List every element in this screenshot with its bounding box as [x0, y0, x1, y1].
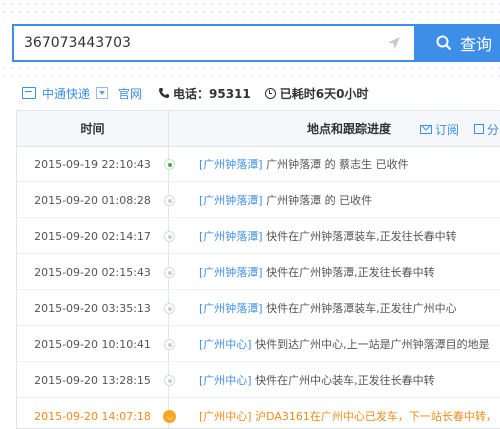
row-text: 快件在广州钟落潭装车,正发往长春中转	[262, 230, 457, 243]
chevron-down-icon	[99, 91, 106, 95]
column-header-time: 时间	[17, 111, 169, 147]
row-description: [广州钟落潭] 快件在广州钟落潭,正发往长春中转	[199, 255, 435, 290]
row-location-link[interactable]: [广州钟落潭]	[199, 158, 263, 171]
row-description: [广州中心] 快件到达广州中心,上一站是广州钟落潭目的地是	[199, 327, 490, 362]
table-row: 2015-09-20 13:28:15 [广州中心] 快件在广州中心装车,正发往…	[17, 363, 500, 398]
table-row-latest: 2015-09-20 14:07:18 [广州中心] 沪DA3161在广州中心已…	[17, 399, 500, 429]
location-arrow-icon[interactable]	[386, 35, 402, 51]
latest-status-icon	[163, 410, 176, 423]
elapsed-label: 已耗时6天0小时	[279, 86, 369, 101]
row-time: 2015-09-20 13:28:15	[17, 363, 169, 398]
row-time: 2015-09-20 02:14:17	[17, 219, 169, 254]
table-row: 2015-09-19 22:10:43 [广州钟落潭] 广州钟落潭 的 蔡志生 …	[17, 147, 500, 182]
row-description: [广州中心] 快件在广州中心装车,正发往长春中转	[199, 363, 435, 398]
column-header-place-label: 地点和跟踪进度	[306, 122, 391, 136]
timeline-dot-icon	[164, 231, 175, 242]
subscribe-link[interactable]: 订阅	[420, 111, 459, 147]
courier-logo-icon	[22, 87, 36, 99]
row-description: [广州钟落潭] 广州钟落潭 的 已收件	[199, 183, 372, 218]
table-row: 2015-09-20 03:35:13 [广州钟落潭] 快件在广州钟落潭装车,正…	[17, 291, 500, 326]
row-text: 沪DA3161在广州中心已发车，下一站长春中转，	[251, 410, 497, 423]
row-time: 2015-09-20 03:35:13	[17, 291, 169, 326]
courier-dropdown-button[interactable]	[96, 87, 109, 99]
table-row: 2015-09-20 02:14:17 [广州钟落潭] 快件在广州钟落潭装车,正…	[17, 219, 500, 254]
table-row: 2015-09-20 02:15:43 [广州钟落潭] 快件在广州钟落潭,正发往…	[17, 255, 500, 290]
row-time: 2015-09-20 14:07:18	[17, 399, 169, 429]
row-location-link[interactable]: [广州钟落潭]	[199, 302, 263, 315]
row-time: 2015-09-20 10:10:41	[17, 327, 169, 362]
timeline-dot-icon	[164, 267, 175, 278]
row-text: 广州钟落潭 的 已收件	[262, 194, 373, 207]
row-time: 2015-09-20 02:15:43	[17, 255, 169, 290]
search-icon	[436, 35, 452, 51]
tracking-number-input[interactable]	[24, 33, 374, 53]
phone-icon	[159, 88, 170, 98]
row-location-link[interactable]: [广州钟落潭]	[199, 194, 263, 207]
table-row: 2015-09-20 01:08:28 [广州钟落潭] 广州钟落潭 的 已收件	[17, 183, 500, 218]
share-label: 分	[487, 122, 500, 137]
timeline-dot-icon	[164, 339, 175, 350]
phone-label: 电话：95311	[173, 86, 251, 101]
row-text: 快件在广州钟落潭,正发往长春中转	[262, 266, 435, 279]
row-description: [广州钟落潭] 快件在广州钟落潭装车,正发往长春中转	[199, 219, 457, 254]
column-header-place: 地点和跟踪进度	[169, 111, 429, 147]
search-box	[12, 24, 414, 62]
row-description: [广州中心] 沪DA3161在广州中心已发车，下一站长春中转，	[199, 399, 497, 429]
timeline-dot-icon	[164, 159, 175, 170]
phone-info: 电话：95311	[158, 85, 251, 102]
share-icon	[474, 124, 484, 134]
row-location-link[interactable]: [广州中心]	[199, 410, 252, 423]
row-description: [广州钟落潭] 广州钟落潭 的 蔡志生 已收件	[199, 147, 409, 182]
table-header: 时间 地点和跟踪进度 订阅 分	[17, 111, 500, 147]
official-site-link[interactable]: 官网	[118, 85, 142, 102]
row-time: 2015-09-20 01:08:28	[17, 183, 169, 218]
row-text: 快件在广州钟落潭装车,正发往广州中心	[262, 302, 457, 315]
share-link[interactable]: 分	[474, 111, 499, 147]
table-row: 2015-09-20 10:10:41 [广州中心] 快件到达广州中心,上一站是…	[17, 327, 500, 362]
row-location-link[interactable]: [广州中心]	[199, 338, 252, 351]
timeline-dot-icon	[164, 375, 175, 386]
timeline-dot-icon	[164, 303, 175, 314]
row-text: 广州钟落潭 的 蔡志生 已收件	[262, 158, 409, 171]
courier-info: 中通快递 官网 电话：95311 已耗时6天0小时	[22, 83, 368, 103]
mail-icon	[420, 124, 432, 134]
timeline-dot-icon	[164, 195, 175, 206]
row-description: [广州钟落潭] 快件在广州钟落潭装车,正发往广州中心	[199, 291, 457, 326]
row-location-link[interactable]: [广州钟落潭]	[199, 230, 263, 243]
background-pattern	[0, 0, 500, 20]
row-location-link[interactable]: [广州中心]	[199, 374, 252, 387]
row-text: 快件到达广州中心,上一站是广州钟落潭目的地是	[251, 338, 490, 351]
elapsed-time: 已耗时6天0小时	[264, 85, 369, 102]
courier-name[interactable]: 中通快递	[42, 85, 90, 102]
row-location-link[interactable]: [广州钟落潭]	[199, 266, 263, 279]
row-time: 2015-09-19 22:10:43	[17, 147, 169, 182]
background-pattern	[0, 64, 500, 82]
clock-icon	[264, 87, 276, 99]
row-text: 快件在广州中心装车,正发往长春中转	[251, 374, 435, 387]
search-button-label: 查询	[460, 35, 493, 54]
subscribe-label: 订阅	[435, 122, 460, 137]
tracking-table: 时间 地点和跟踪进度 订阅 分 2015-09-19 22:10:43 [广州钟…	[16, 110, 500, 429]
search-button[interactable]: 查询	[414, 24, 500, 62]
